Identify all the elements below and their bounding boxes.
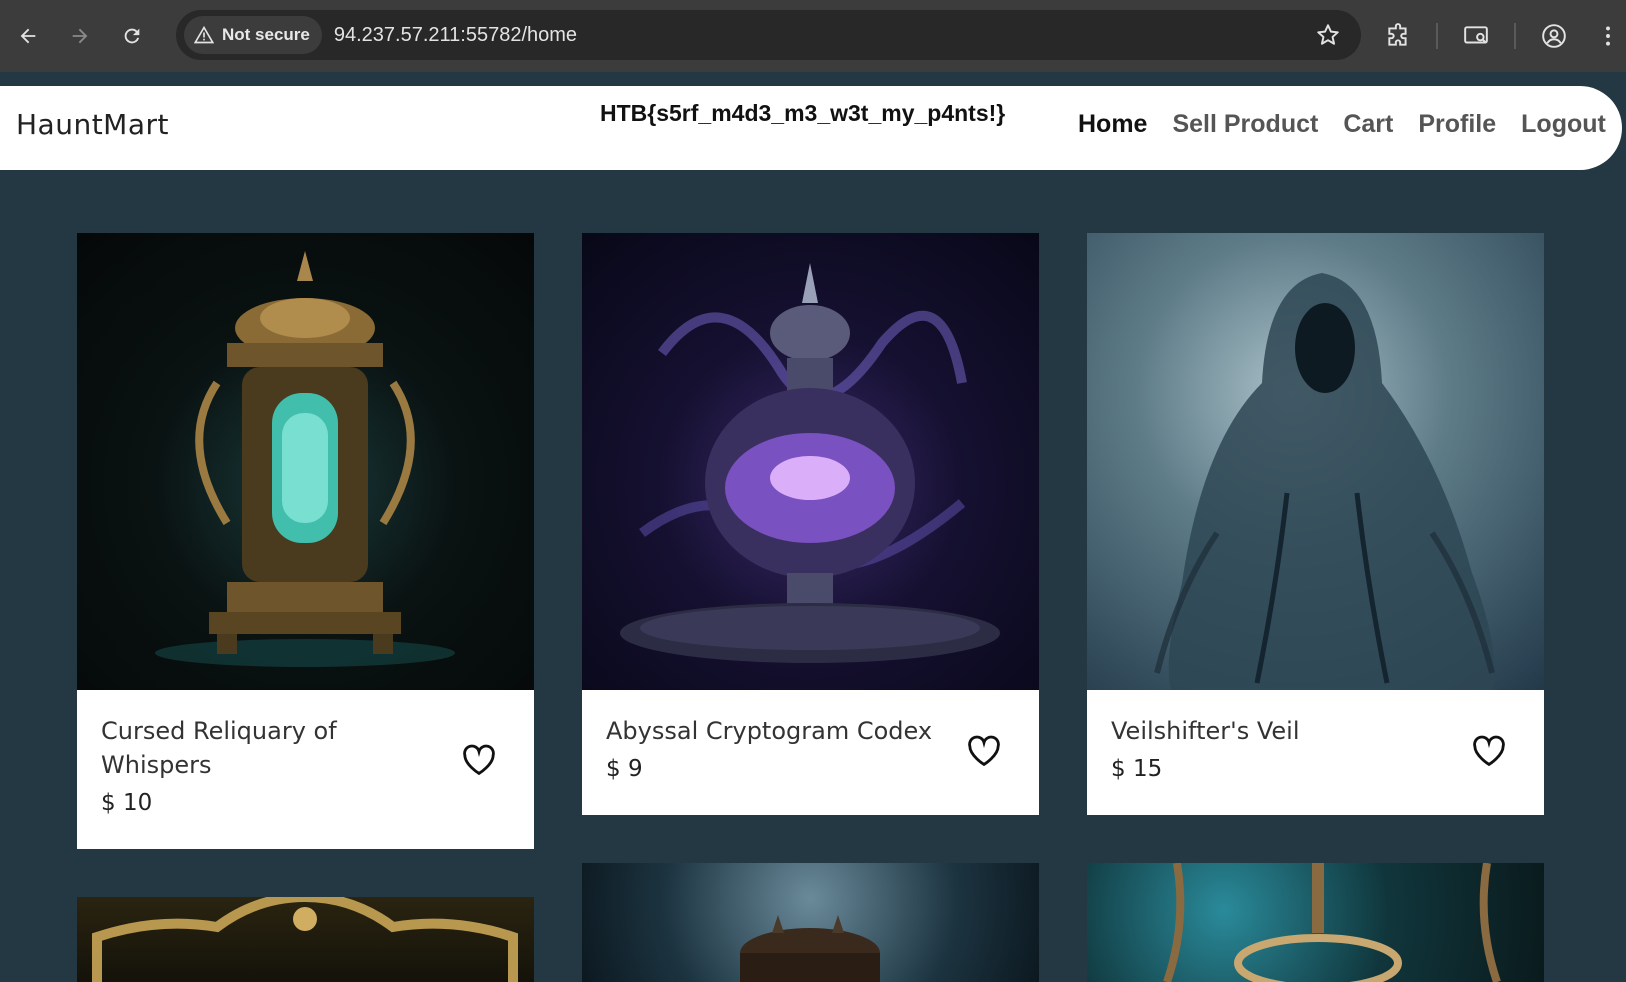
cast-icon xyxy=(1464,26,1488,44)
nav-profile[interactable]: Profile xyxy=(1418,110,1496,139)
warning-triangle-icon xyxy=(194,25,214,44)
product-card[interactable]: Veilshifter's Veil $ 15 xyxy=(1087,233,1544,815)
veiled-figure-illustration xyxy=(1154,273,1495,690)
security-chip[interactable]: Not secure xyxy=(184,16,322,54)
product-price: $ 10 xyxy=(101,790,153,816)
product-image[interactable] xyxy=(77,897,534,982)
chained-amulet-illustration xyxy=(1163,863,1501,982)
product-card[interactable] xyxy=(77,897,534,982)
product-card[interactable]: Cursed Reliquary of Whispers $ 10 xyxy=(77,233,534,849)
toolbar-divider xyxy=(1514,23,1516,49)
toolbar-actions xyxy=(1376,14,1626,58)
product-price: $ 9 xyxy=(606,756,643,782)
heart-icon xyxy=(968,735,1000,767)
extensions-button[interactable] xyxy=(1376,14,1420,58)
mirror-frame-illustration xyxy=(92,897,518,982)
back-button[interactable] xyxy=(8,16,48,56)
product-image[interactable] xyxy=(582,233,1039,690)
product-image[interactable] xyxy=(1087,863,1544,982)
lantern-illustration xyxy=(155,251,455,667)
product-name[interactable]: Veilshifter's Veil xyxy=(1111,714,1451,748)
site-navbar: HauntMart HTB{s5rf_m4d3_m3_w3t_my_p4nts!… xyxy=(0,86,1622,170)
product-name[interactable]: Cursed Reliquary of Whispers xyxy=(101,714,441,782)
account-icon xyxy=(1542,24,1566,48)
product-price: $ 15 xyxy=(1111,756,1163,782)
nav-logout[interactable]: Logout xyxy=(1521,110,1606,139)
favorite-button[interactable] xyxy=(967,735,1001,767)
heart-icon xyxy=(1473,735,1505,767)
heart-icon xyxy=(463,744,495,776)
product-name[interactable]: Abyssal Cryptogram Codex xyxy=(606,714,946,748)
nav-home[interactable]: Home xyxy=(1078,110,1147,139)
url-text[interactable]: 94.237.57.211:55782/home xyxy=(334,24,577,47)
kebab-icon xyxy=(1606,26,1610,46)
product-image[interactable] xyxy=(582,863,1039,982)
urn-illustration xyxy=(620,263,1000,663)
product-card[interactable] xyxy=(1087,863,1544,982)
nav-cart[interactable]: Cart xyxy=(1343,110,1393,139)
browser-toolbar: Not secure 94.237.57.211:55782/home xyxy=(0,0,1626,72)
toolbar-divider xyxy=(1436,23,1438,49)
cast-button[interactable] xyxy=(1454,14,1498,58)
main-menu: Home Sell Product Cart Profile Logout xyxy=(1078,110,1606,139)
product-card[interactable] xyxy=(582,863,1039,982)
puzzle-icon xyxy=(1388,23,1407,46)
address-bar[interactable]: Not secure 94.237.57.211:55782/home xyxy=(176,10,1361,60)
cauldron-illustration xyxy=(740,915,880,982)
forward-button[interactable] xyxy=(60,16,100,56)
product-card[interactable]: Abyssal Cryptogram Codex $ 9 xyxy=(582,233,1039,815)
favorite-button[interactable] xyxy=(1472,735,1506,767)
profile-button[interactable] xyxy=(1532,14,1576,58)
favorite-button[interactable] xyxy=(462,744,496,776)
reload-icon xyxy=(124,28,140,44)
arrow-right-icon xyxy=(72,28,88,44)
site-brand[interactable]: HauntMart xyxy=(16,108,169,141)
security-label: Not secure xyxy=(222,25,310,44)
product-info: Abyssal Cryptogram Codex $ 9 xyxy=(582,690,1039,782)
star-icon[interactable] xyxy=(1315,22,1341,48)
product-info: Cursed Reliquary of Whispers $ 10 xyxy=(77,690,534,816)
flag-text: HTB{s5rf_m4d3_m3_w3t_my_p4nts!} xyxy=(600,100,1006,126)
arrow-left-icon xyxy=(20,28,36,44)
nav-sell-product[interactable]: Sell Product xyxy=(1172,110,1318,139)
product-image[interactable] xyxy=(77,233,534,690)
product-info: Veilshifter's Veil $ 15 xyxy=(1087,690,1544,782)
product-image[interactable] xyxy=(1087,233,1544,690)
browser-menu-button[interactable] xyxy=(1586,14,1626,58)
reload-button[interactable] xyxy=(112,16,152,56)
